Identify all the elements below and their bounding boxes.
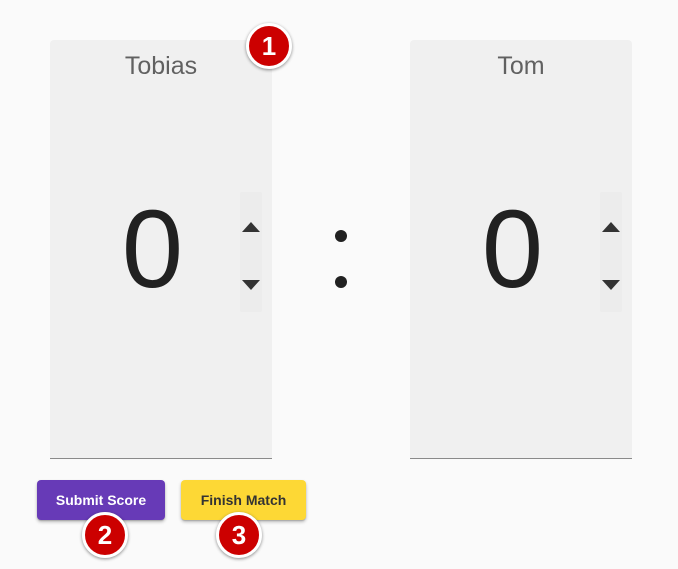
- decrement-button-left[interactable]: [240, 270, 262, 300]
- separator-dot-bottom: [335, 276, 347, 288]
- score-stepper-right: [600, 192, 622, 312]
- player-name-left: Tobias: [124, 52, 198, 80]
- arrow-down-icon: [242, 280, 260, 290]
- separator-dot-top: [335, 230, 347, 242]
- arrow-up-icon: [602, 222, 620, 232]
- player-score-field-left: Tobias 0: [50, 40, 272, 459]
- annotation-marker-2: 2: [82, 512, 128, 558]
- score-stepper-left: [240, 192, 262, 312]
- increment-button-left[interactable]: [240, 212, 262, 242]
- arrow-up-icon: [242, 222, 260, 232]
- player-name-right: Tom: [497, 52, 545, 80]
- score-input-left[interactable]: 0: [90, 190, 215, 310]
- increment-button-right[interactable]: [600, 212, 622, 242]
- player-score-field-right: Tom 0: [410, 40, 632, 459]
- score-input-right[interactable]: 0: [450, 190, 575, 310]
- annotation-marker-3: 3: [216, 512, 262, 558]
- arrow-down-icon: [602, 280, 620, 290]
- score-separator: [333, 228, 349, 290]
- decrement-button-right[interactable]: [600, 270, 622, 300]
- annotation-marker-1: 1: [246, 23, 292, 69]
